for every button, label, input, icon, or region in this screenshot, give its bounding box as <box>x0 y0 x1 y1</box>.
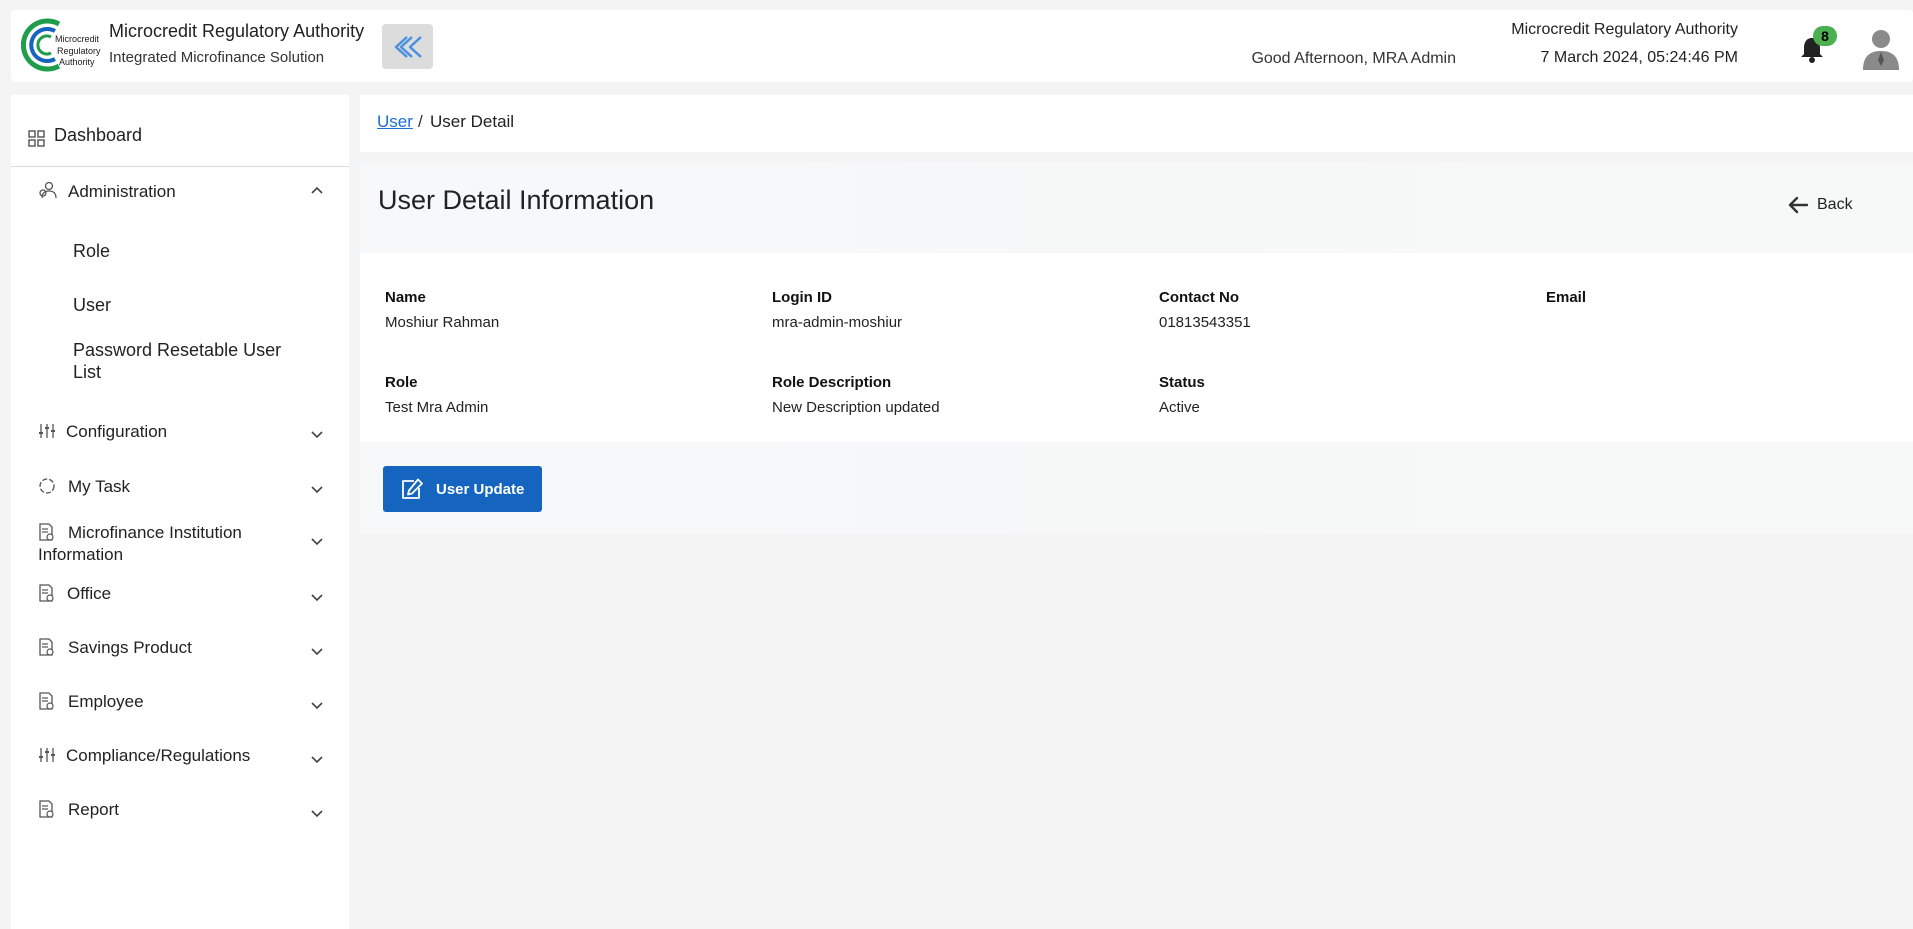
back-button-label: Back <box>1817 196 1853 213</box>
field-value: Active <box>1159 399 1200 416</box>
users-icon <box>39 181 57 199</box>
sidebar-item-label: Compliance/Regulations <box>66 746 251 765</box>
field-status: Status Active <box>1159 374 1205 416</box>
sidebar-item-savings-product[interactable]: Savings Product <box>11 631 349 667</box>
user-detail-panel: Name Moshiur Rahman Login ID mra-admin-m… <box>360 253 1913 442</box>
document-icon <box>39 638 54 656</box>
sidebar-item-report[interactable]: Report <box>11 793 349 829</box>
mra-logo: Microcredit Regulatory Authority <box>17 14 109 78</box>
document-icon <box>39 584 54 602</box>
logo-line: Microcredit <box>55 34 100 44</box>
sidebar-item-office[interactable]: Office <box>11 577 349 613</box>
sidebar-item-label: Employee <box>68 692 144 711</box>
sidebar-item-microfinance-institution-information[interactable]: Microfinance Institution Information <box>11 517 349 567</box>
sidebar-item-compliance-regulations[interactable]: Compliance/Regulations <box>11 739 349 775</box>
greeting-text: Good Afternoon, MRA Admin <box>1251 50 1456 67</box>
field-email: Email <box>1546 289 1586 314</box>
sidebar-item-configuration[interactable]: Configuration <box>11 415 349 451</box>
header-org-name: Microcredit Regulatory Authority <box>1511 21 1738 38</box>
user-update-button[interactable]: User Update <box>383 466 542 512</box>
sidebar-item-label: Report <box>68 800 120 819</box>
edit-icon <box>402 478 423 499</box>
field-label: Status <box>1159 374 1205 391</box>
field-name: Name Moshiur Rahman <box>385 289 499 331</box>
sidebar-item-label: Dashboard <box>54 125 143 145</box>
chevron-down-icon <box>311 810 323 818</box>
breadcrumb-separator: / <box>418 112 423 131</box>
chevron-down-icon <box>311 538 323 546</box>
page-title: User Detail Information <box>378 185 655 215</box>
panel-header: User Detail Information Back <box>360 163 1913 253</box>
sidebar-subitem-label: List <box>73 362 102 382</box>
chevron-down-icon <box>311 431 323 439</box>
field-label: Email <box>1546 289 1587 306</box>
breadcrumb-link-user[interactable]: User <box>377 112 413 132</box>
field-value: 01813543351 <box>1159 314 1251 331</box>
sidebar-item-label: Microfinance Institution <box>68 523 242 542</box>
breadcrumb-current: User Detail <box>430 112 515 131</box>
document-icon <box>39 692 54 710</box>
org-name: Microcredit Regulatory Authority <box>109 21 365 41</box>
document-icon <box>39 523 54 541</box>
sidebar-item-label: Savings Product <box>68 638 192 657</box>
top-header: Microcredit Regulatory Authority Microcr… <box>11 10 1913 82</box>
field-label: Role Description <box>772 374 892 391</box>
sidebar-item-my-task[interactable]: My Task <box>11 469 349 505</box>
sidebar-item-administration[interactable]: Administration <box>11 173 349 213</box>
user-update-button-label: User Update <box>436 480 525 498</box>
logo-line: Authority <box>59 57 95 67</box>
field-value: Test Mra Admin <box>385 399 489 416</box>
field-label: Name <box>385 289 426 306</box>
logo-line: Regulatory <box>57 45 101 56</box>
grid-icon <box>28 130 45 147</box>
field-role-description: Role Description New Description updated <box>772 374 940 416</box>
sidebar-item-label: My Task <box>68 477 131 496</box>
sliders-icon <box>39 424 55 438</box>
notification-count-badge[interactable]: 8 <box>1813 26 1837 46</box>
double-chevron-left-icon <box>394 35 422 58</box>
sidebar-item-label: Administration <box>68 182 176 201</box>
org-subtitle: Integrated Microfinance Solution <box>109 49 325 66</box>
sidebar-subitem-label: Password Resetable User <box>73 340 282 360</box>
sidebar-item-dashboard[interactable]: Dashboard <box>11 95 349 167</box>
circle-refresh-icon <box>39 478 55 494</box>
chevron-down-icon <box>311 702 323 710</box>
sidebar: Dashboard Administration Role User Passw… <box>11 95 349 929</box>
field-label: Contact No <box>1159 289 1239 306</box>
sliders-icon <box>39 748 55 762</box>
sidebar-collapse-button[interactable] <box>382 24 433 69</box>
field-value: mra-admin-moshiur <box>772 314 903 331</box>
chevron-up-icon <box>311 186 323 194</box>
chevron-down-icon <box>311 756 323 764</box>
header-datetime: 7 March 2024, 05:24:46 PM <box>1540 49 1738 66</box>
field-label: Login ID <box>772 289 832 306</box>
sidebar-subitem-role[interactable]: Role <box>73 241 110 262</box>
field-label: Role <box>385 374 418 391</box>
field-value: New Description updated <box>772 399 940 416</box>
sidebar-item-employee[interactable]: Employee <box>11 685 349 721</box>
sidebar-item-label: Office <box>67 584 112 603</box>
panel-footer: User Update <box>360 442 1913 534</box>
field-value: Moshiur Rahman <box>385 314 500 331</box>
sidebar-item-label: Configuration <box>66 422 168 441</box>
field-contact-no: Contact No 01813543351 <box>1159 289 1251 331</box>
breadcrumb: User / User Detail <box>360 95 1913 152</box>
chevron-down-icon <box>311 594 323 602</box>
field-role: Role Test Mra Admin <box>385 374 488 416</box>
chevron-down-icon <box>311 486 323 494</box>
back-button[interactable]: Back <box>1787 190 1907 220</box>
sidebar-item-label-line2: Information <box>38 545 124 564</box>
field-login-id: Login ID mra-admin-moshiur <box>772 289 902 331</box>
sidebar-subitem-password-resetable-user-list[interactable]: Password Resetable User List <box>73 339 281 383</box>
document-icon <box>39 800 54 818</box>
arrow-left-icon <box>1788 196 1809 214</box>
user-avatar-icon[interactable] <box>1860 26 1902 70</box>
chevron-down-icon <box>311 648 323 656</box>
logo-text: Microcredit Regulatory Authority <box>55 34 111 69</box>
sidebar-subitem-user[interactable]: User <box>73 295 111 316</box>
